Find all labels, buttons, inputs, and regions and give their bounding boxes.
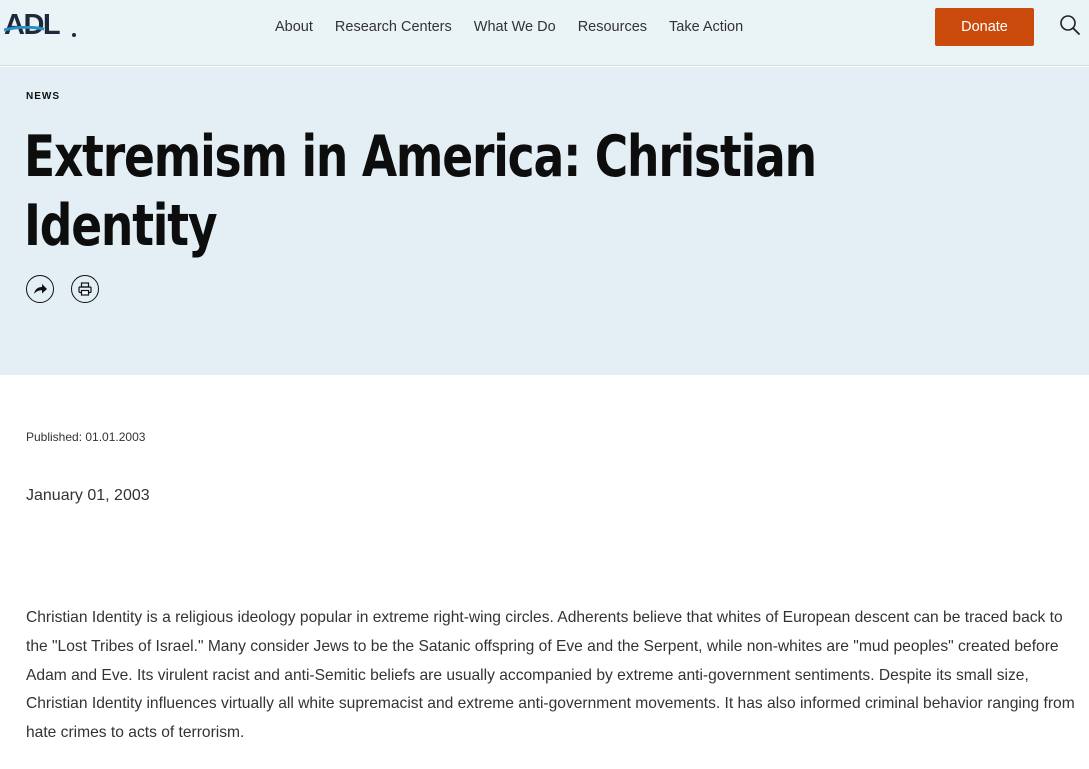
donate-button[interactable]: Donate [935, 8, 1034, 46]
site-header: ADL About Research Centers What We Do Re… [0, 0, 1089, 66]
nav-take-action[interactable]: Take Action [669, 18, 743, 36]
logo-swoosh-icon [4, 26, 44, 32]
nav-research-centers[interactable]: Research Centers [335, 18, 452, 36]
article-hero: NEWS Extremism in America: Christian Ide… [0, 67, 1089, 375]
main-nav: About Research Centers What We Do Resour… [275, 18, 765, 36]
logo-text: ADL [4, 9, 61, 41]
share-icon [34, 284, 47, 294]
share-button[interactable] [26, 275, 54, 303]
logo-dot [72, 33, 76, 37]
article-paragraph: Christian Identity is a religious ideolo… [26, 609, 1075, 742]
published-date: Published: 01.01.2003 [26, 430, 146, 444]
article-date: January 01, 2003 [26, 487, 150, 504]
print-button[interactable] [71, 275, 99, 303]
search-icon[interactable] [1058, 13, 1082, 37]
print-icon [78, 282, 92, 296]
title-line-1: Extremism in America: Christian [24, 124, 817, 190]
category-label: NEWS [26, 91, 60, 102]
nav-about[interactable]: About [275, 18, 313, 36]
page-title: Extremism in America: Christian Identity [24, 123, 848, 261]
adl-logo[interactable]: ADL [4, 9, 78, 41]
nav-resources[interactable]: Resources [578, 18, 647, 36]
nav-what-we-do[interactable]: What We Do [474, 18, 556, 36]
title-line-2: Identity [24, 193, 218, 259]
